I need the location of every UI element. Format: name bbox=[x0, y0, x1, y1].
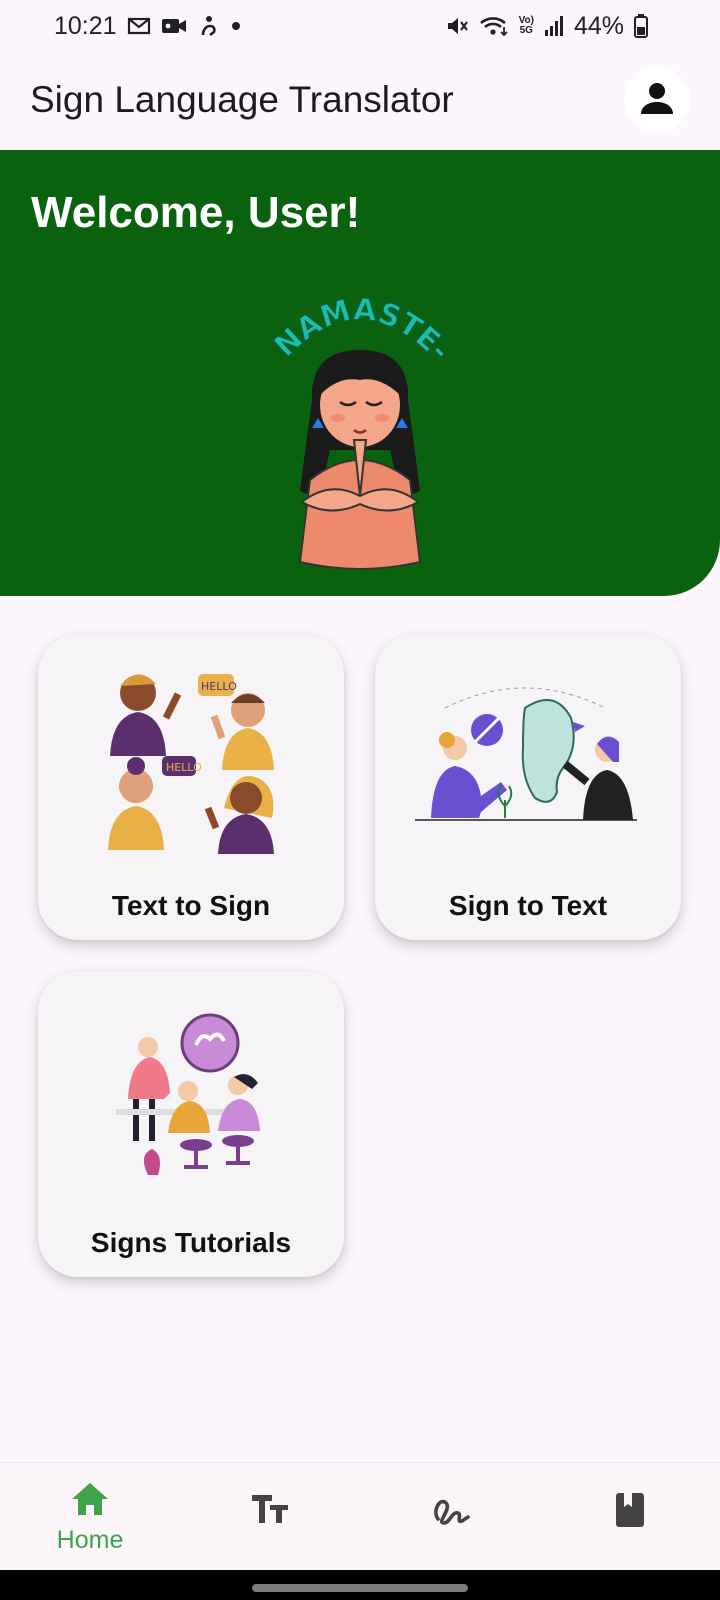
app-bar: Sign Language Translator bbox=[0, 52, 720, 148]
card-label: Text to Sign bbox=[111, 890, 271, 921]
text-to-sign-card[interactable]: HELLO HELLO Text to Sign bbox=[38, 634, 344, 940]
sign-class-illustration bbox=[38, 985, 344, 1215]
bottom-navigation: Home bbox=[0, 1462, 720, 1570]
sign-conversation-illustration bbox=[375, 648, 681, 878]
namaste-illustration: NAMASTE-JI bbox=[262, 263, 457, 570]
sign-to-text-card[interactable]: Sign to Text bbox=[375, 634, 681, 940]
nav-label-home: Home bbox=[56, 1526, 124, 1554]
mute-icon bbox=[445, 15, 469, 37]
video-camera-icon bbox=[161, 16, 187, 36]
welcome-heading: Welcome, User! bbox=[31, 188, 361, 237]
home-icon bbox=[70, 1481, 110, 1522]
volte-5g-icon: Vo) 5G bbox=[519, 16, 534, 36]
card-label: Sign to Text bbox=[448, 890, 608, 921]
signature-icon bbox=[430, 1493, 470, 1532]
nav-item-sign-to-text[interactable] bbox=[360, 1463, 540, 1571]
hello-bubble-1: HELLO bbox=[201, 680, 237, 693]
welcome-banner: Welcome, User! NAMASTE-JI bbox=[0, 150, 720, 596]
battery-percent: 44% bbox=[573, 11, 624, 40]
nav-item-tutorials[interactable] bbox=[540, 1463, 720, 1571]
status-bar: 10:21 Vo) 5G 44% bbox=[0, 0, 720, 52]
book-icon bbox=[614, 1491, 646, 1534]
nav-item-text-to-sign[interactable] bbox=[180, 1463, 360, 1571]
network-label-bottom: 5G bbox=[519, 25, 533, 36]
text-size-icon bbox=[250, 1493, 290, 1530]
wifi-icon bbox=[479, 15, 509, 37]
people-waving-hello-illustration: HELLO HELLO bbox=[38, 648, 344, 878]
status-bar-right: Vo) 5G 44% bbox=[445, 12, 648, 41]
accessibility-icon bbox=[197, 15, 219, 37]
status-bar-left: 10:21 bbox=[54, 12, 243, 41]
hello-bubble-2: HELLO bbox=[166, 761, 202, 774]
battery-icon bbox=[634, 14, 648, 38]
app-title: Sign Language Translator bbox=[30, 79, 454, 120]
dot-icon bbox=[229, 19, 243, 33]
gmail-icon bbox=[127, 16, 151, 36]
home-gesture-handle[interactable] bbox=[252, 1584, 468, 1592]
signal-icon bbox=[544, 15, 564, 37]
card-label: Signs Tutorials bbox=[90, 1227, 292, 1258]
signs-tutorials-card[interactable]: Signs Tutorials bbox=[38, 971, 344, 1277]
nav-item-home[interactable]: Home bbox=[0, 1463, 180, 1571]
status-time: 10:21 bbox=[54, 11, 117, 40]
profile-button[interactable] bbox=[624, 67, 690, 133]
person-icon bbox=[639, 80, 675, 121]
